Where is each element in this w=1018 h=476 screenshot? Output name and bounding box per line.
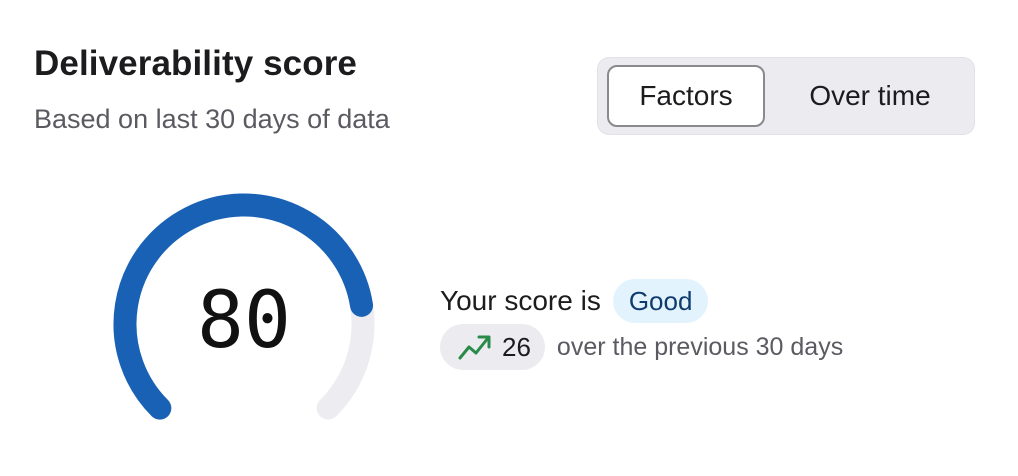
score-trend: 26 over the previous 30 days <box>440 324 843 370</box>
trending-up-icon <box>458 333 492 361</box>
score-summary: Your score is Good <box>440 279 709 323</box>
rating-badge: Good <box>612 279 709 323</box>
trend-pill: 26 <box>440 324 545 370</box>
score-value: 80 <box>197 276 291 366</box>
trend-change-value: 26 <box>502 331 531 362</box>
score-gauge: 80 <box>113 193 375 420</box>
deliverability-score-card: Deliverability score Based on last 30 da… <box>0 0 1018 476</box>
score-summary-label: Your score is <box>440 285 601 316</box>
trend-change-suffix: over the previous 30 days <box>556 332 844 361</box>
